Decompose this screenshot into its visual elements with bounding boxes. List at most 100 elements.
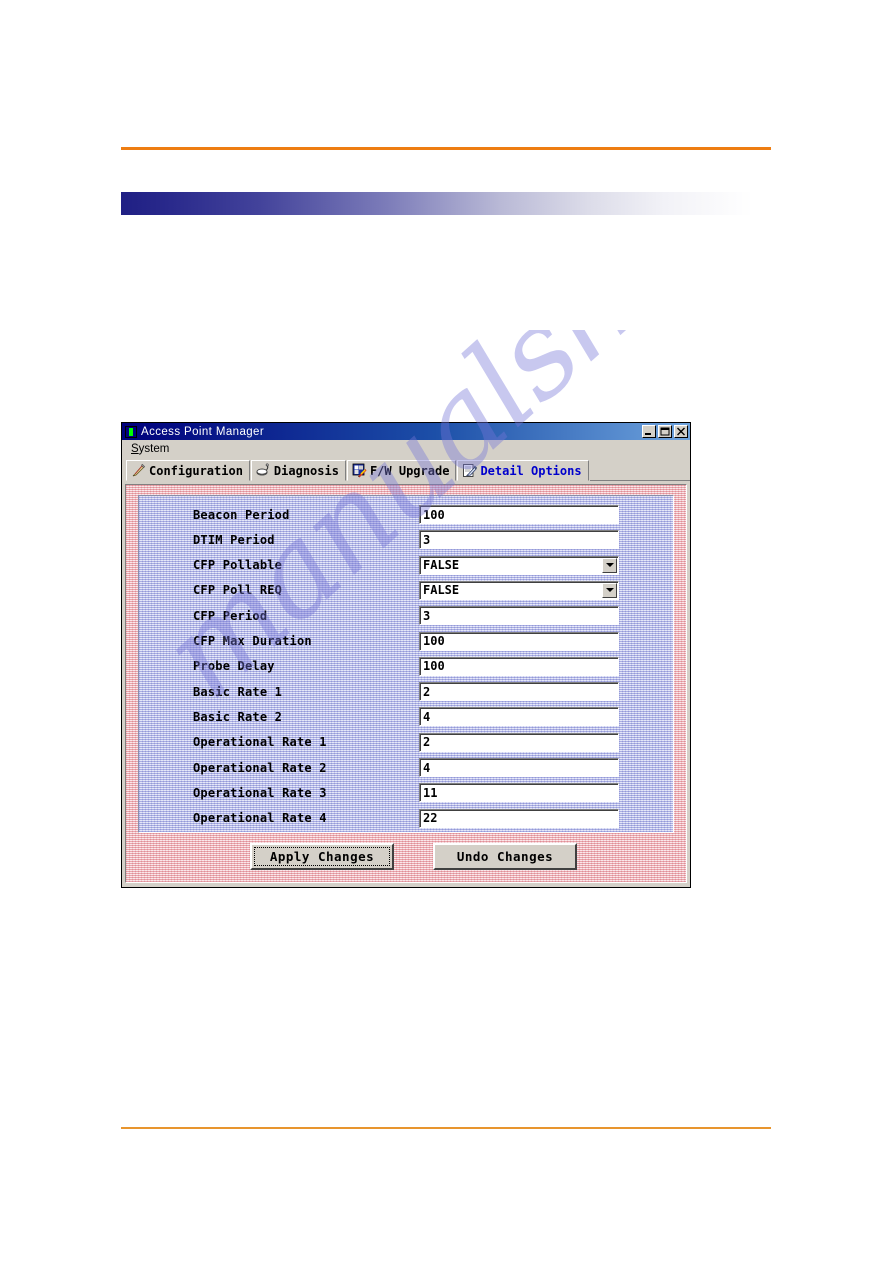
text-input-value: 4 xyxy=(423,760,431,775)
tab-label: Diagnosis xyxy=(273,463,339,478)
text-input-11[interactable]: 4 xyxy=(419,758,619,777)
pencil-icon xyxy=(131,463,146,478)
form-row: DTIM Period 3 xyxy=(139,529,673,550)
field-control: 2 xyxy=(419,682,619,702)
field-control: 4 xyxy=(419,758,619,777)
field-control: 22 xyxy=(419,808,619,828)
form-row: CFP Max Duration 100 xyxy=(139,631,673,652)
access-point-manager-window: Access Point Manager System Configuratio… xyxy=(121,422,691,888)
field-label: Probe Delay xyxy=(193,659,275,674)
field-control: 100 xyxy=(419,631,619,651)
form-row: CFP Pollable FALSE xyxy=(139,555,673,576)
form-row: Operational Rate 2 4 xyxy=(139,757,673,778)
text-input-value: 11 xyxy=(423,785,438,800)
text-input-9[interactable]: 4 xyxy=(419,707,619,727)
window-controls xyxy=(642,425,688,438)
field-label: Basic Rate 1 xyxy=(193,684,283,699)
field-control: 3 xyxy=(419,606,619,626)
text-input-value: 3 xyxy=(423,608,431,623)
field-control: FALSE xyxy=(419,580,619,600)
tab-label: Configuration xyxy=(149,463,243,478)
field-control: 4 xyxy=(419,707,619,727)
text-input-value: 22 xyxy=(423,811,438,826)
form-row: Basic Rate 2 4 xyxy=(139,706,673,727)
form-row: Operational Rate 4 22 xyxy=(139,808,673,829)
outer-panel: Beacon Period 100 DTIM Period 3 CFP Pollable… xyxy=(126,485,686,882)
text-input-value: 3 xyxy=(423,532,431,547)
text-input-value: 100 xyxy=(423,507,445,522)
field-control: 100 xyxy=(419,505,619,524)
form-row: CFP Poll REQ FALSE xyxy=(139,580,673,601)
button-row: Apply Changes Undo Changes xyxy=(126,843,686,873)
text-input-1[interactable]: 100 xyxy=(419,505,619,524)
tab-panel-detail-options: Beacon Period 100 DTIM Period 3 CFP Pollable… xyxy=(125,484,687,883)
text-input-value: 2 xyxy=(423,735,431,750)
header-rule xyxy=(121,147,771,150)
combo-4[interactable]: FALSE xyxy=(419,580,619,600)
menubar: System xyxy=(122,440,690,458)
window-titlebar[interactable]: Access Point Manager xyxy=(122,423,690,440)
settings-panel: Beacon Period 100 DTIM Period 3 CFP Pollable… xyxy=(138,495,674,833)
text-input-12[interactable]: 11 xyxy=(419,783,619,803)
minimize-button[interactable] xyxy=(642,425,656,438)
form-row: Operational Rate 1 2 xyxy=(139,732,673,753)
menu-item-system[interactable]: System xyxy=(127,442,173,456)
field-label: Operational Rate 4 xyxy=(193,811,327,826)
text-input-value: 4 xyxy=(423,709,431,724)
field-label: Operational Rate 2 xyxy=(193,760,327,775)
footer-rule xyxy=(121,1127,771,1129)
field-label: CFP Max Duration xyxy=(193,634,312,648)
field-label: CFP Pollable xyxy=(193,558,283,573)
maximize-button[interactable] xyxy=(658,425,672,438)
text-input-13[interactable]: 22 xyxy=(419,808,619,828)
header-gradient-bar xyxy=(121,192,753,215)
tab-detail-options[interactable]: Detail Options xyxy=(457,460,589,481)
stethoscope-icon xyxy=(256,463,271,478)
field-control: 11 xyxy=(419,783,619,803)
chevron-down-icon[interactable] xyxy=(602,557,617,573)
tab-label: F/W Upgrade xyxy=(369,463,450,478)
text-input-7[interactable]: 100 xyxy=(419,656,619,676)
window-title: Access Point Manager xyxy=(141,425,265,438)
field-label: Operational Rate 3 xyxy=(193,785,327,800)
note-pencil-icon xyxy=(462,463,478,478)
text-input-6[interactable]: 100 xyxy=(419,631,619,651)
field-label: CFP Period xyxy=(193,608,268,623)
tab-diagnosis[interactable]: Diagnosis xyxy=(250,460,346,481)
form-row: CFP Period 3 xyxy=(139,605,673,626)
field-label: Beacon Period xyxy=(193,507,290,522)
tabstrip-filler xyxy=(589,459,690,481)
field-label: Basic Rate 2 xyxy=(193,709,283,724)
field-label: Operational Rate 1 xyxy=(193,735,327,750)
form-row: Operational Rate 3 11 xyxy=(139,782,673,803)
tab-configuration[interactable]: Configuration xyxy=(126,460,250,481)
field-control: 2 xyxy=(419,732,619,752)
tab-fw-upgrade[interactable]: F/W Upgrade xyxy=(346,460,457,481)
field-control: 100 xyxy=(419,656,619,676)
combo-3[interactable]: FALSE xyxy=(419,555,619,575)
firmware-chip-icon xyxy=(352,463,367,478)
tabstrip: Configuration Diagnosis F/W Upgrade Deta… xyxy=(122,458,690,481)
form-row: Probe Delay 100 xyxy=(139,656,673,677)
form-row: Basic Rate 1 2 xyxy=(139,681,673,702)
combo-value: FALSE xyxy=(423,583,460,598)
apply-changes-label: Apply Changes xyxy=(269,849,375,864)
text-input-2[interactable]: 3 xyxy=(419,530,619,550)
chevron-down-icon[interactable] xyxy=(602,582,617,598)
form-row: Beacon Period 100 xyxy=(139,504,673,525)
app-icon xyxy=(125,425,137,438)
tab-label: Detail Options xyxy=(480,463,582,478)
text-input-5[interactable]: 3 xyxy=(419,606,619,626)
close-button[interactable] xyxy=(674,425,688,438)
text-input-value: 100 xyxy=(423,634,445,648)
apply-changes-button[interactable]: Apply Changes xyxy=(250,843,394,870)
text-input-10[interactable]: 2 xyxy=(419,732,619,752)
field-label: DTIM Period xyxy=(193,532,275,547)
text-input-value: 2 xyxy=(423,684,431,699)
field-control: FALSE xyxy=(419,555,619,575)
field-label: CFP Poll REQ xyxy=(193,583,283,598)
field-control: 3 xyxy=(419,530,619,550)
undo-changes-button[interactable]: Undo Changes xyxy=(433,843,577,870)
text-input-value: 100 xyxy=(423,659,445,674)
text-input-8[interactable]: 2 xyxy=(419,682,619,702)
